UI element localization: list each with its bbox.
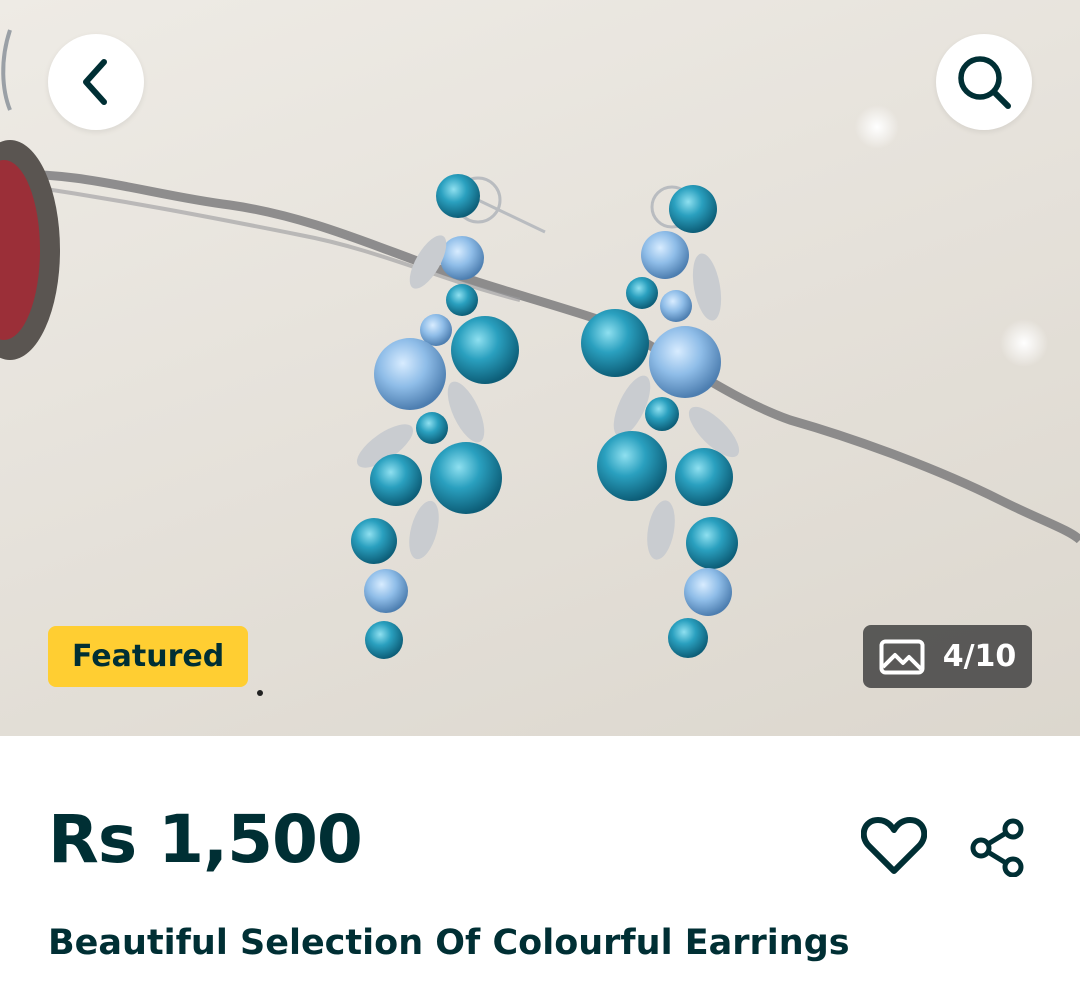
featured-badge-label: Featured (72, 639, 225, 674)
image-icon (879, 639, 925, 674)
back-button[interactable] (48, 34, 144, 130)
share-icon (970, 818, 1024, 877)
heart-icon (861, 817, 927, 874)
listing-price: Rs 1,500 (48, 801, 363, 878)
favorite-button[interactable] (856, 810, 932, 880)
search-button[interactable] (936, 34, 1032, 130)
share-button[interactable] (962, 812, 1032, 882)
listing-title: Beautiful Selection Of Colourful Earring… (48, 923, 850, 963)
image-counter: 4/10 (863, 625, 1032, 688)
image-counter-text: 4/10 (942, 639, 1017, 674)
featured-badge: Featured (48, 626, 249, 687)
search-icon (958, 56, 1011, 109)
chevron-left-icon (83, 59, 107, 105)
listing-image-gallery[interactable]: Featured 4/10 (0, 0, 1080, 736)
